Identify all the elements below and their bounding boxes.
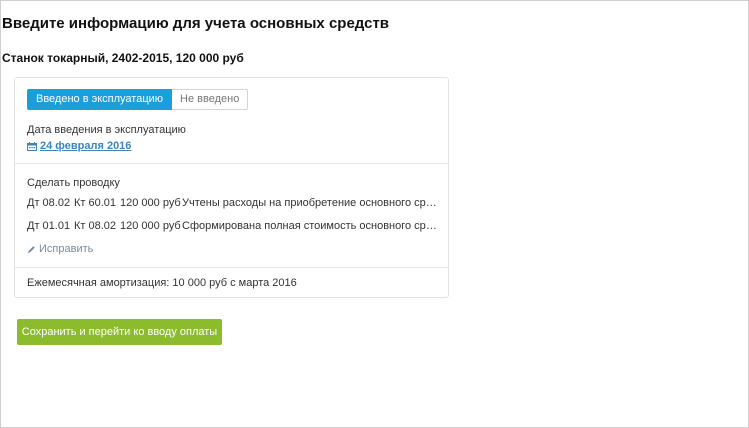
entry-amount: 120 000 руб bbox=[120, 197, 181, 209]
edit-posting-label[interactable]: Исправить bbox=[39, 243, 93, 255]
entry-description: Учтены расходы на приобретение основного… bbox=[182, 197, 437, 209]
asset-card: Введено в эксплуатацию Не введено Дата в… bbox=[14, 77, 449, 298]
save-and-continue-button[interactable]: Сохранить и перейти ко вводу оплаты bbox=[17, 319, 222, 345]
posting-label: Сделать проводку bbox=[27, 177, 120, 189]
page-title: Введите информацию для учета основных ср… bbox=[2, 15, 390, 32]
entry-description: Сформирована полная стоимость основного … bbox=[182, 220, 437, 232]
commissioning-date-value[interactable]: 24 февраля 2016 bbox=[40, 140, 131, 152]
entry-debit: Дт 08.02 bbox=[27, 197, 71, 209]
entry-credit: Кт 08.02 bbox=[74, 220, 117, 232]
entry-credit: Кт 60.01 bbox=[74, 197, 117, 209]
amortization-text: Ежемесячная амортизация: 10 000 руб с ма… bbox=[27, 277, 297, 289]
amortization-section: Ежемесячная амортизация: 10 000 руб с ма… bbox=[15, 268, 448, 298]
posting-entry: Дт 01.01 Кт 08.02 120 000 руб Сформирова… bbox=[27, 220, 437, 232]
toggle-not-commissioned[interactable]: Не введено bbox=[172, 89, 249, 110]
commissioning-toggle: Введено в эксплуатацию Не введено bbox=[27, 89, 249, 110]
entry-debit: Дт 01.01 bbox=[27, 220, 71, 232]
commissioning-section: Введено в эксплуатацию Не введено Дата в… bbox=[15, 78, 448, 164]
entry-amount: 120 000 руб bbox=[120, 220, 181, 232]
calendar-icon bbox=[27, 141, 37, 151]
pencil-icon bbox=[28, 245, 35, 253]
commissioning-date-link[interactable]: 24 февраля 2016 bbox=[27, 140, 131, 152]
posting-entry: Дт 08.02 Кт 60.01 120 000 руб Учтены рас… bbox=[27, 197, 437, 209]
asset-title: Станок токарный, 2402-2015, 120 000 руб bbox=[2, 51, 244, 65]
toggle-commissioned[interactable]: Введено в эксплуатацию bbox=[27, 89, 173, 110]
commissioning-date-label: Дата введения в эксплуатацию bbox=[27, 124, 186, 136]
posting-section: Сделать проводку Дт 08.02 Кт 60.01 120 0… bbox=[15, 164, 448, 268]
edit-posting-link[interactable]: Исправить bbox=[27, 243, 93, 255]
